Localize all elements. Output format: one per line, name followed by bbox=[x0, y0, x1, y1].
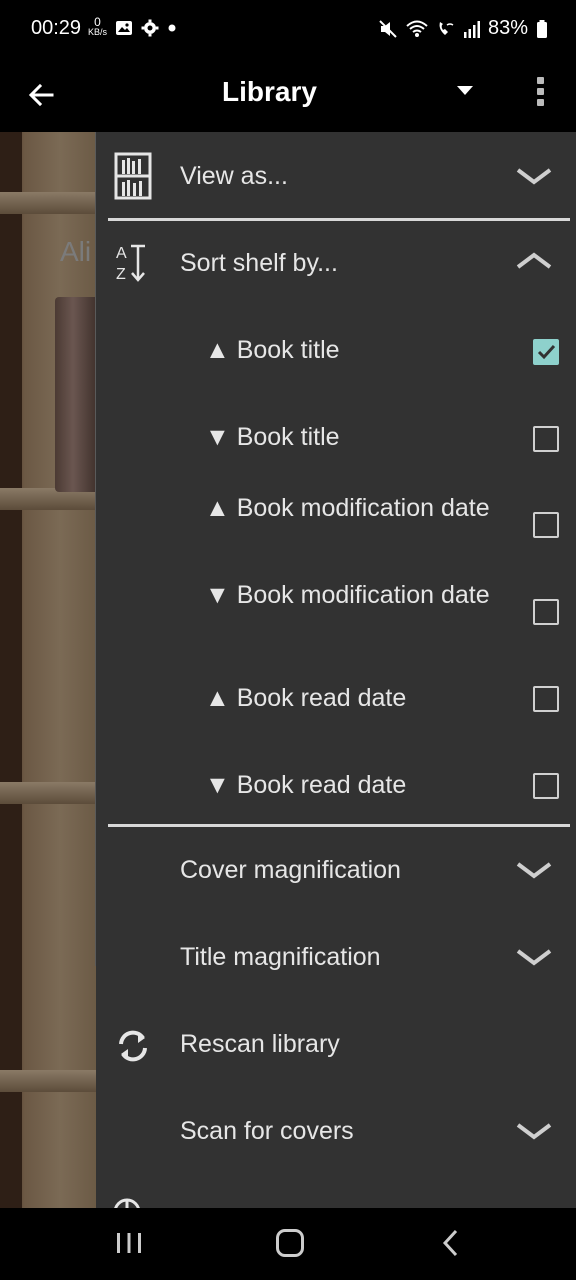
wifi-calling-icon bbox=[439, 21, 454, 35]
battery-percent: 83% bbox=[487, 17, 528, 39]
dropdown-caret-icon[interactable] bbox=[457, 86, 473, 95]
mute-icon bbox=[379, 19, 397, 38]
network-speed-unit: KB/s bbox=[88, 27, 108, 37]
chevron-up-icon[interactable] bbox=[516, 251, 552, 271]
sort-option-checkbox[interactable] bbox=[533, 339, 559, 365]
sort-option-label: ▲ Book read date bbox=[205, 684, 407, 712]
sort-option-label: ▼ Book modification date bbox=[205, 581, 490, 609]
battery-icon bbox=[537, 19, 547, 38]
sort-option[interactable]: ▼ Book read date bbox=[96, 743, 576, 825]
settings-icon bbox=[141, 19, 159, 37]
scan-for-covers-label: Scan for covers bbox=[180, 1117, 354, 1145]
shelf-book-title: Ali bbox=[60, 236, 92, 267]
rescan-library-item[interactable]: Rescan library bbox=[96, 1002, 576, 1088]
chevron-down-icon[interactable] bbox=[516, 1121, 552, 1141]
chevron-down-icon[interactable] bbox=[516, 860, 552, 880]
back-arrow-icon[interactable] bbox=[22, 76, 62, 116]
signal-icon bbox=[463, 20, 480, 38]
sort-option-checkbox[interactable] bbox=[533, 773, 559, 799]
sort-az-icon: A Z bbox=[116, 244, 145, 283]
svg-text:A: A bbox=[116, 245, 127, 262]
sort-option[interactable]: ▲ Book title bbox=[96, 308, 576, 394]
svg-text:Z: Z bbox=[116, 266, 126, 283]
sort-option[interactable]: ▲ Book read date bbox=[96, 656, 576, 742]
sort-option-label: ▲ Book title bbox=[205, 336, 340, 364]
checkmark-icon bbox=[537, 344, 556, 360]
network-speed: 0 KB/s bbox=[88, 16, 107, 37]
overflow-menu-icon[interactable] bbox=[530, 74, 550, 118]
sort-option-label: ▼ Book title bbox=[205, 423, 340, 451]
wifi-icon bbox=[406, 20, 428, 37]
view-as-item[interactable]: View as... bbox=[96, 132, 576, 220]
sort-option-label: ▼ Book read date bbox=[205, 771, 407, 799]
home-icon[interactable] bbox=[276, 1229, 304, 1257]
sort-option-checkbox[interactable] bbox=[533, 599, 559, 625]
chevron-down-icon[interactable] bbox=[516, 947, 552, 967]
view-as-label: View as... bbox=[180, 162, 288, 190]
sort-option[interactable]: ▲ Book modification date bbox=[96, 482, 576, 568]
scan-for-covers-item[interactable]: Scan for covers bbox=[96, 1089, 576, 1175]
bookshelf-background: Ali bbox=[0, 132, 103, 1208]
title-magnification-item[interactable]: Title magnification bbox=[96, 915, 576, 1001]
recents-icon[interactable] bbox=[116, 1232, 142, 1254]
notification-dot-icon bbox=[168, 24, 176, 32]
sort-shelf-label: Sort shelf by... bbox=[180, 249, 338, 277]
sort-shelf-item[interactable]: A Z Sort shelf by... bbox=[96, 221, 576, 307]
divider bbox=[108, 824, 570, 827]
status-bar: 00:29 0 KB/s 83% bbox=[0, 0, 576, 60]
bookshelf-icon bbox=[114, 152, 152, 200]
page-title[interactable]: Library bbox=[222, 76, 317, 108]
chevron-down-icon[interactable] bbox=[516, 166, 552, 186]
cover-magnification-label: Cover magnification bbox=[180, 856, 401, 884]
sort-option-checkbox[interactable] bbox=[533, 512, 559, 538]
options-drawer: View as... A Z Sort shelf by... ▲ Book t… bbox=[96, 132, 576, 1208]
refresh-icon bbox=[119, 1030, 147, 1062]
rescan-library-label: Rescan library bbox=[180, 1030, 340, 1058]
system-nav-bar bbox=[0, 1208, 576, 1280]
title-magnification-label: Title magnification bbox=[180, 943, 381, 971]
sort-option[interactable]: ▼ Book title bbox=[96, 395, 576, 481]
sort-option[interactable]: ▼ Book modification date bbox=[96, 569, 576, 655]
nav-back-icon[interactable] bbox=[440, 1228, 460, 1258]
sort-option-label: ▲ Book modification date bbox=[205, 494, 490, 522]
sort-option-checkbox[interactable] bbox=[533, 686, 559, 712]
cover-magnification-item[interactable]: Cover magnification bbox=[96, 828, 576, 914]
shelf-book[interactable] bbox=[55, 297, 100, 492]
status-time: 00:29 bbox=[31, 17, 82, 39]
app-bar: Library bbox=[0, 60, 576, 132]
sort-option-checkbox[interactable] bbox=[533, 426, 559, 452]
pie-chart-icon bbox=[114, 1198, 140, 1208]
gallery-icon bbox=[116, 21, 132, 35]
